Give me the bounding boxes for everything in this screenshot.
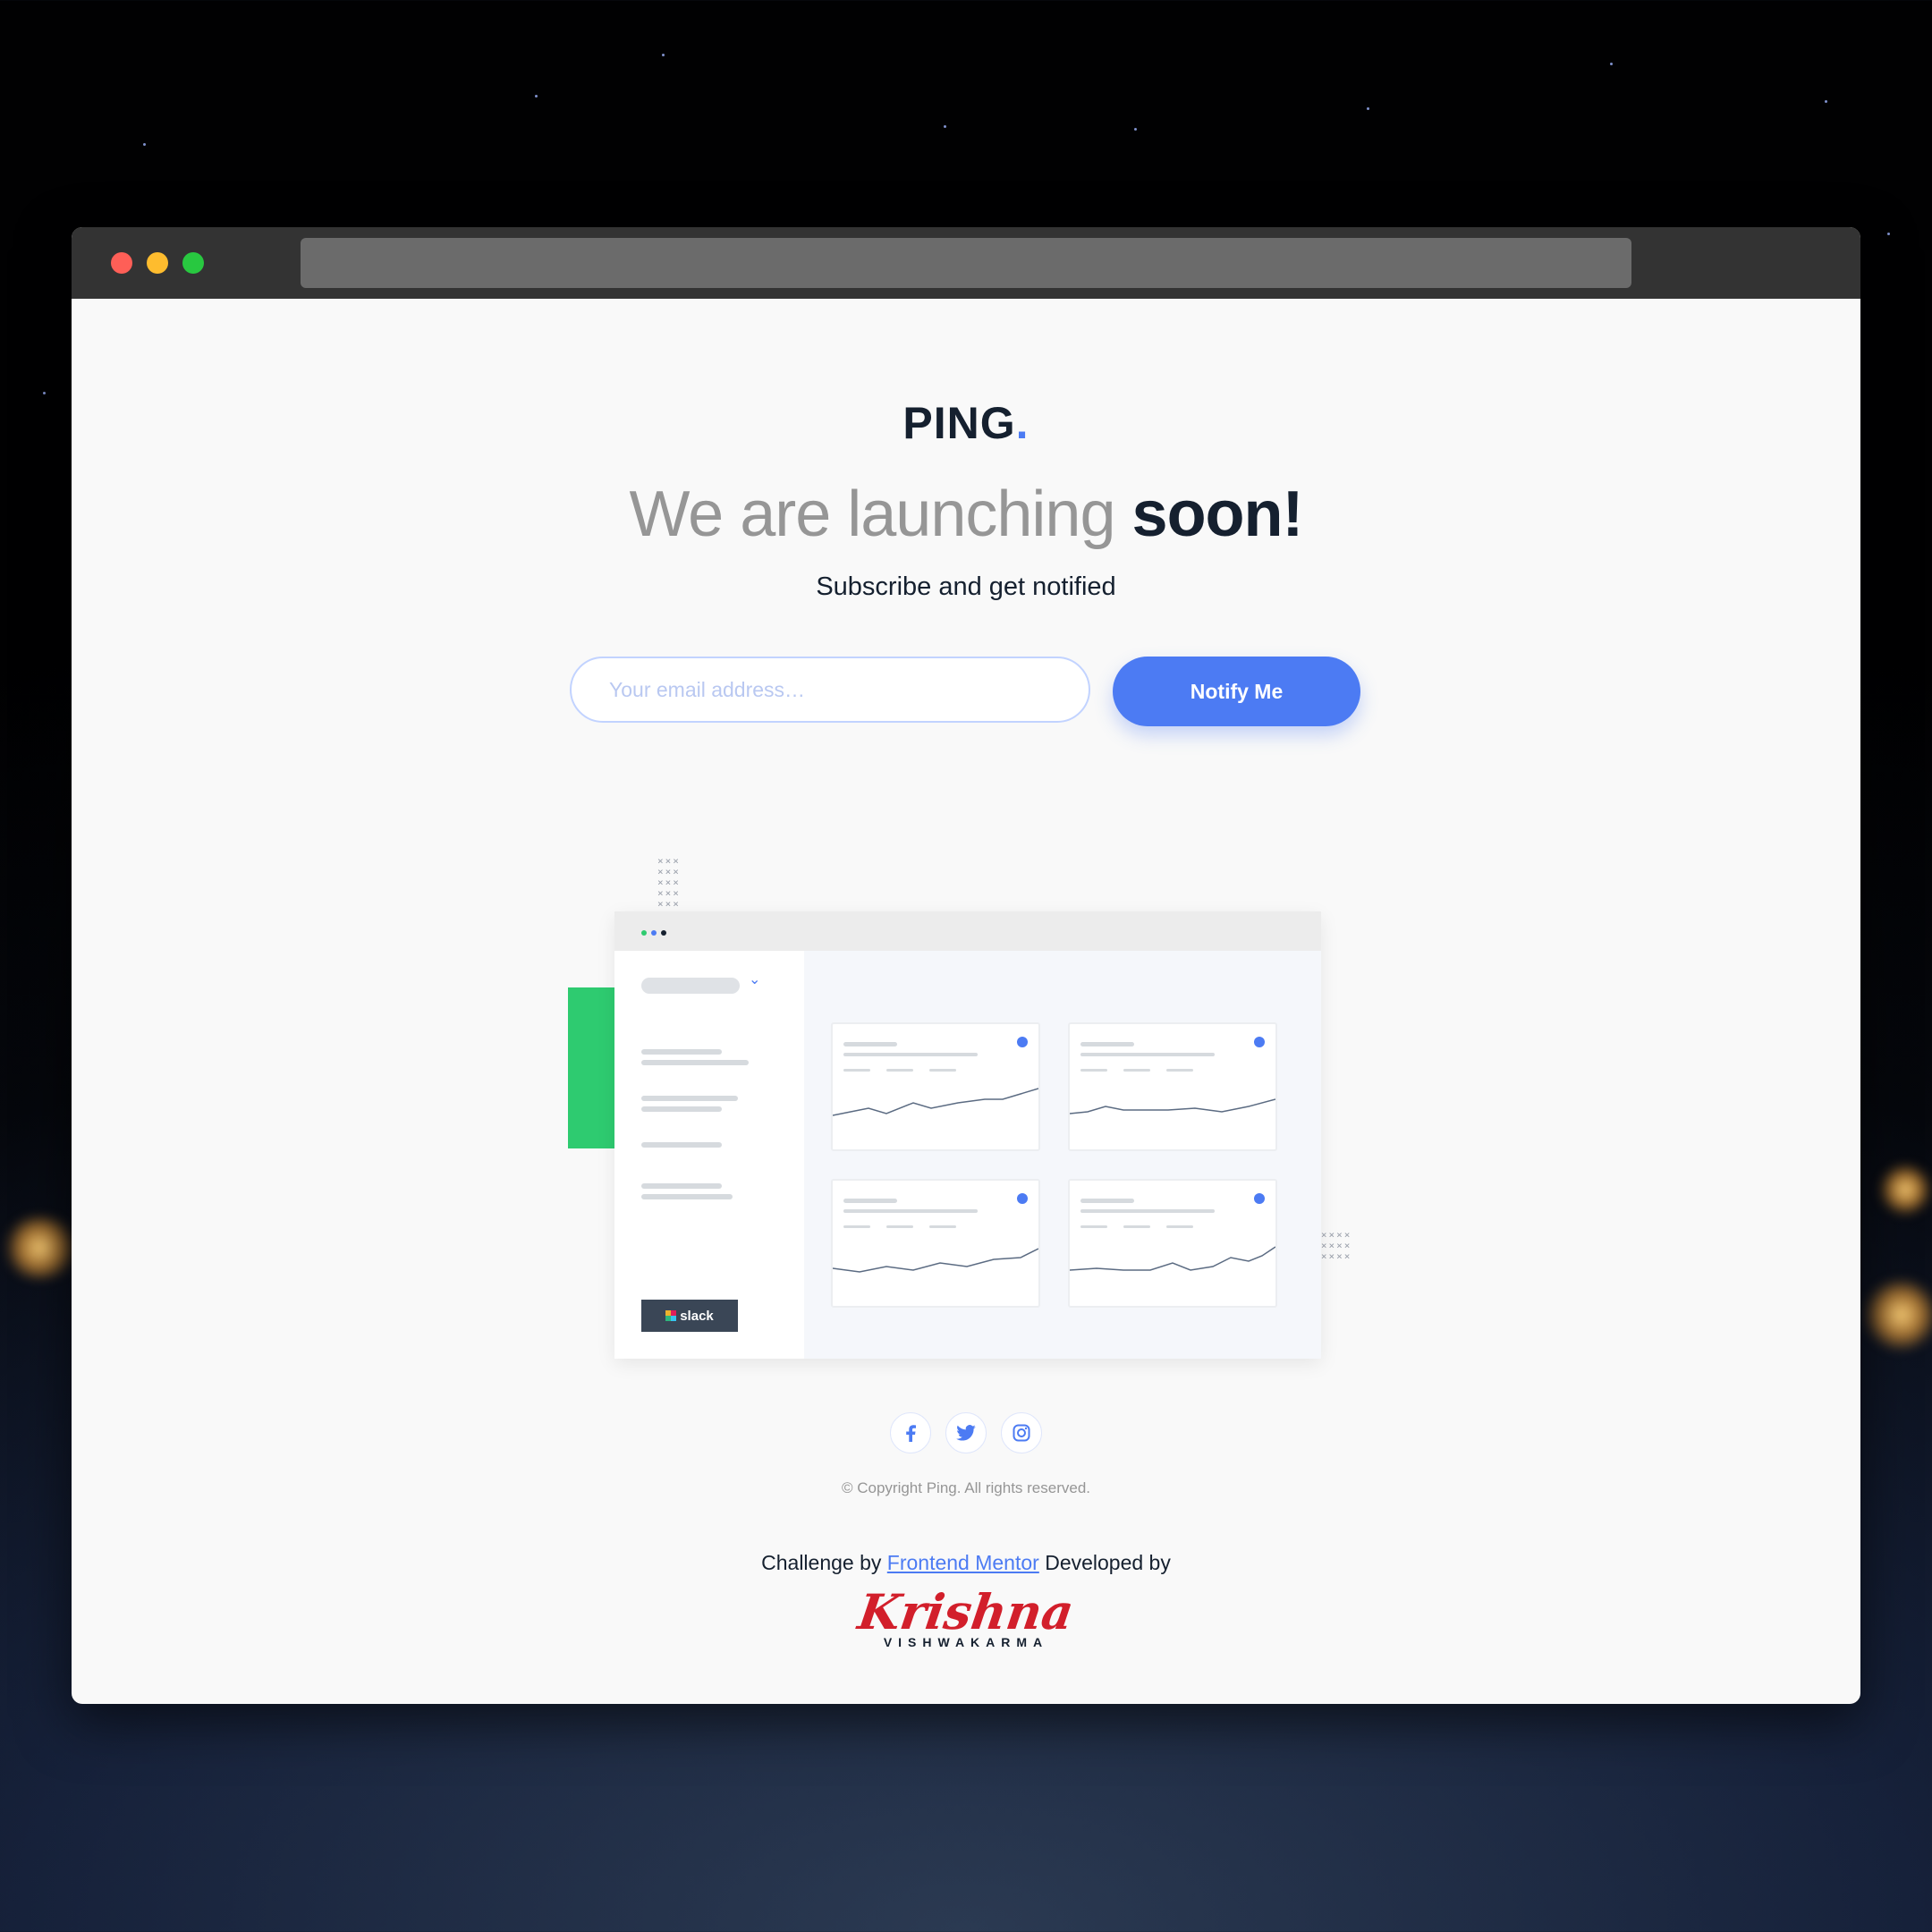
headline-bold: soon!	[1131, 479, 1304, 550]
social-links	[72, 1412, 1860, 1453]
dashboard-mockup: ⌄ slack	[614, 911, 1321, 1359]
logo-text: PING	[902, 398, 1016, 448]
browser-titlebar	[72, 227, 1860, 299]
slack-logo-icon	[665, 1310, 677, 1321]
sparkline	[1070, 1246, 1275, 1271]
mockup-titlebar	[614, 911, 1321, 951]
page-content: PING. We are launching soon! Subscribe a…	[72, 299, 1860, 1704]
author-signature: Krishna VISHWAKARMA	[72, 1583, 1860, 1649]
sparkline	[833, 1088, 1038, 1116]
slack-label: slack	[680, 1308, 714, 1324]
sparkline	[833, 1248, 1038, 1273]
email-input[interactable]	[570, 657, 1090, 723]
instagram-icon	[1013, 1424, 1030, 1442]
logo-dot: .	[1015, 398, 1030, 448]
slack-badge: slack	[641, 1300, 738, 1332]
chart-card	[831, 1179, 1040, 1308]
browser-window: PING. We are launching soon! Subscribe a…	[72, 227, 1860, 1704]
close-window-button[interactable]	[111, 252, 132, 274]
signature-name: Krishna	[854, 1583, 1078, 1640]
address-bar[interactable]	[301, 238, 1631, 288]
developed-by-text: Developed by	[1045, 1551, 1171, 1574]
page-title: We are launching soon!	[72, 478, 1860, 551]
chart-card	[1068, 1022, 1277, 1151]
check-icon	[1254, 1193, 1265, 1204]
logo: PING.	[72, 397, 1860, 449]
facebook-link[interactable]	[890, 1412, 931, 1453]
mockup-sidebar: ⌄ slack	[614, 951, 804, 1359]
chart-card	[831, 1022, 1040, 1151]
facebook-icon	[906, 1425, 916, 1442]
headline-light: We are launching	[629, 479, 1115, 550]
green-accent-bar	[568, 987, 614, 1148]
sparkline	[1070, 1098, 1275, 1114]
dashboard-illustration: ××× ××× ××× ××× ××× ××× ××× ××× ××× ××× …	[568, 849, 1378, 1359]
frontend-mentor-link[interactable]: Frontend Mentor	[887, 1551, 1039, 1574]
attribution: Challenge by Frontend Mentor Developed b…	[72, 1551, 1860, 1575]
check-icon	[1017, 1037, 1028, 1047]
notify-me-button[interactable]: Notify Me	[1113, 657, 1360, 726]
check-icon	[1017, 1193, 1028, 1204]
copyright-text: © Copyright Ping. All rights reserved.	[841, 1479, 1091, 1496]
check-icon	[1254, 1037, 1265, 1047]
chart-card	[1068, 1179, 1277, 1308]
twitter-icon	[956, 1425, 976, 1441]
twitter-link[interactable]	[945, 1412, 987, 1453]
instagram-link[interactable]	[1001, 1412, 1042, 1453]
challenge-prefix: Challenge by	[761, 1551, 882, 1574]
minimize-window-button[interactable]	[147, 252, 168, 274]
maximize-window-button[interactable]	[182, 252, 204, 274]
chevron-down-icon: ⌄	[749, 972, 761, 987]
subtitle: Subscribe and get notified	[816, 572, 1116, 601]
